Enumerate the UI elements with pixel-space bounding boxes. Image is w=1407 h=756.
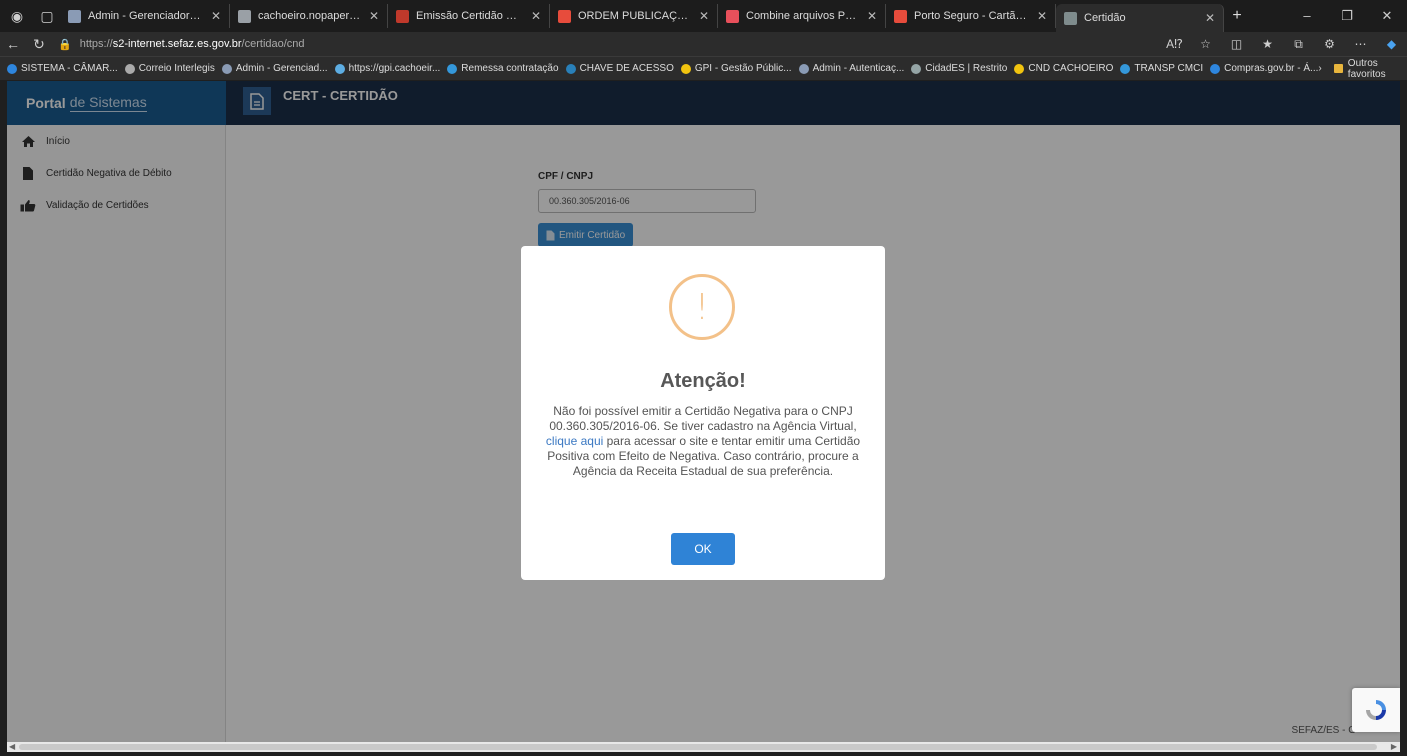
bookmark-favicon-icon [911,63,922,74]
scroll-left-icon[interactable]: ◀ [9,742,15,752]
bookmark-favicon-icon [565,63,576,74]
browser-tab-bar: ◉ ▢ Admin - Gerenciador de Conte✕ cachoe… [0,0,1407,32]
browser-tab[interactable]: cachoeiro.nopapercloud.com.b✕ [230,4,388,28]
browser-tab[interactable]: Combine arquivos PDF online.✕ [718,4,886,28]
tab-favicon-icon [1064,11,1077,25]
tab-favicon-icon [238,9,251,23]
bookmark-favicon-icon [447,63,458,74]
horizontal-scrollbar[interactable]: ◀ ▶ [7,742,1400,752]
browser-tab-active[interactable]: Certidão ✕ [1056,4,1224,32]
bookmark-favicon-icon [1210,63,1221,74]
alert-dialog: ! Atenção! Não foi possível emitir a Cer… [521,246,885,580]
mail-icon [124,63,135,74]
recaptcha-icon [1366,700,1386,720]
browser-toolbar: A⁉ ☆ ◫ ★ ⧉ ⚙ ⋯ ◆ [1159,37,1407,52]
close-tab-icon[interactable]: ✕ [369,9,379,23]
restore-icon[interactable]: ❐ [1327,8,1367,24]
lock-icon: 🔒 [58,38,72,51]
bookmark-item[interactable]: TRANSP CMCI [1120,63,1203,74]
bookmark-item[interactable]: Correio Interlegis [124,63,215,74]
window-controls: – ❐ ✕ [1287,8,1407,24]
bookmark-favicon-icon [1014,63,1025,74]
bookmark-favicon-icon [221,63,232,74]
browser-tab[interactable]: Emissão Certidão Negativa✕ [388,4,550,28]
browser-tab[interactable]: Admin - Gerenciador de Conte✕ [60,4,230,28]
profile-icon[interactable]: ◉ [4,4,30,28]
dialog-title: Atenção! [660,370,746,392]
bookmark-favicon-icon [7,63,17,74]
bookmark-item[interactable]: CHAVE DE ACESSO [565,63,674,74]
favorite-star-icon[interactable]: ☆ [1190,37,1221,52]
close-tab-icon[interactable]: ✕ [1037,9,1047,23]
extensions-icon[interactable]: ⚙ [1314,37,1345,52]
tab-favicon-icon [558,9,571,23]
read-aloud-icon[interactable]: A⁉ [1159,37,1190,52]
tab-actions-icon[interactable]: ▢ [34,4,60,28]
bookmark-favicon-icon [798,63,809,74]
close-tab-icon[interactable]: ✕ [1205,11,1215,25]
bookmark-item[interactable]: Compras.gov.br - Á... [1210,63,1318,74]
bookmark-favicon-icon [334,63,345,74]
close-tab-icon[interactable]: ✕ [211,9,221,23]
favorites-icon[interactable]: ★ [1252,37,1283,52]
bookmark-item[interactable]: Admin - Gerenciad... [221,63,328,74]
page-viewport: Portal de Sistemas CERT - CERTIDÃO Início… [7,81,1400,742]
bookmark-item[interactable]: https://gpi.cachoeir... [334,63,440,74]
copilot-icon[interactable]: ◆ [1376,37,1407,52]
tab-favicon-icon [68,9,81,23]
scrollbar-thumb[interactable] [19,744,1377,750]
more-icon[interactable]: ⋯ [1345,37,1376,52]
close-tab-icon[interactable]: ✕ [867,9,877,23]
chevron-right-icon[interactable]: › [1318,63,1321,74]
tab-favicon-icon [396,9,409,23]
bookmark-item[interactable]: CidadES | Restrito [911,63,1007,74]
new-tab-icon[interactable]: + [1224,7,1250,25]
bookmark-item[interactable]: CND CACHOEIRO [1014,63,1113,74]
refresh-icon[interactable]: ↻ [26,36,52,53]
browser-tab[interactable]: Porto Seguro - Cartão CNPJ.pdf✕ [886,4,1056,28]
other-favorites[interactable]: › Outros favoritos [1318,58,1407,80]
bookmarks-bar: SISTEMA - CÂMAR... Correio Interlegis Ad… [0,56,1407,80]
tab-favicon-icon [726,9,739,23]
back-icon[interactable]: ← [0,36,26,52]
collections-icon[interactable]: ⧉ [1283,37,1314,52]
bookmark-favicon-icon [1120,63,1131,74]
ok-button[interactable]: OK [671,533,735,565]
scroll-right-icon[interactable]: ▶ [1391,742,1397,752]
bookmark-favicon-icon [680,63,691,74]
tab-strip: Admin - Gerenciador de Conte✕ cachoeiro.… [60,0,1287,32]
clique-aqui-link[interactable]: clique aqui [546,434,603,448]
address-bar: ← ↻ 🔒 https://s2-internet.sefaz.es.gov.b… [0,32,1407,56]
bookmark-item[interactable]: Remessa contratação [447,63,559,74]
recaptcha-badge[interactable] [1352,688,1400,732]
bookmark-item[interactable]: SISTEMA - CÂMAR... [7,63,118,74]
dialog-message: Não foi possível emitir a Certidão Negat… [545,404,861,478]
warning-icon: ! [669,274,735,340]
tab-favicon-icon [894,9,907,23]
minimize-icon[interactable]: – [1287,8,1327,24]
folder-icon [1333,64,1343,73]
bookmark-item[interactable]: Admin - Autenticaç... [798,63,904,74]
bookmark-item[interactable]: GPI - Gestão Públic... [680,63,792,74]
split-screen-icon[interactable]: ◫ [1221,37,1252,52]
close-window-icon[interactable]: ✕ [1367,8,1407,24]
close-tab-icon[interactable]: ✕ [699,9,709,23]
url-field[interactable]: 🔒 https://s2-internet.sefaz.es.gov.br/ce… [58,34,1138,54]
close-tab-icon[interactable]: ✕ [531,9,541,23]
browser-tab[interactable]: ORDEM PUBLICAÇÕES.pdf✕ [550,4,718,28]
